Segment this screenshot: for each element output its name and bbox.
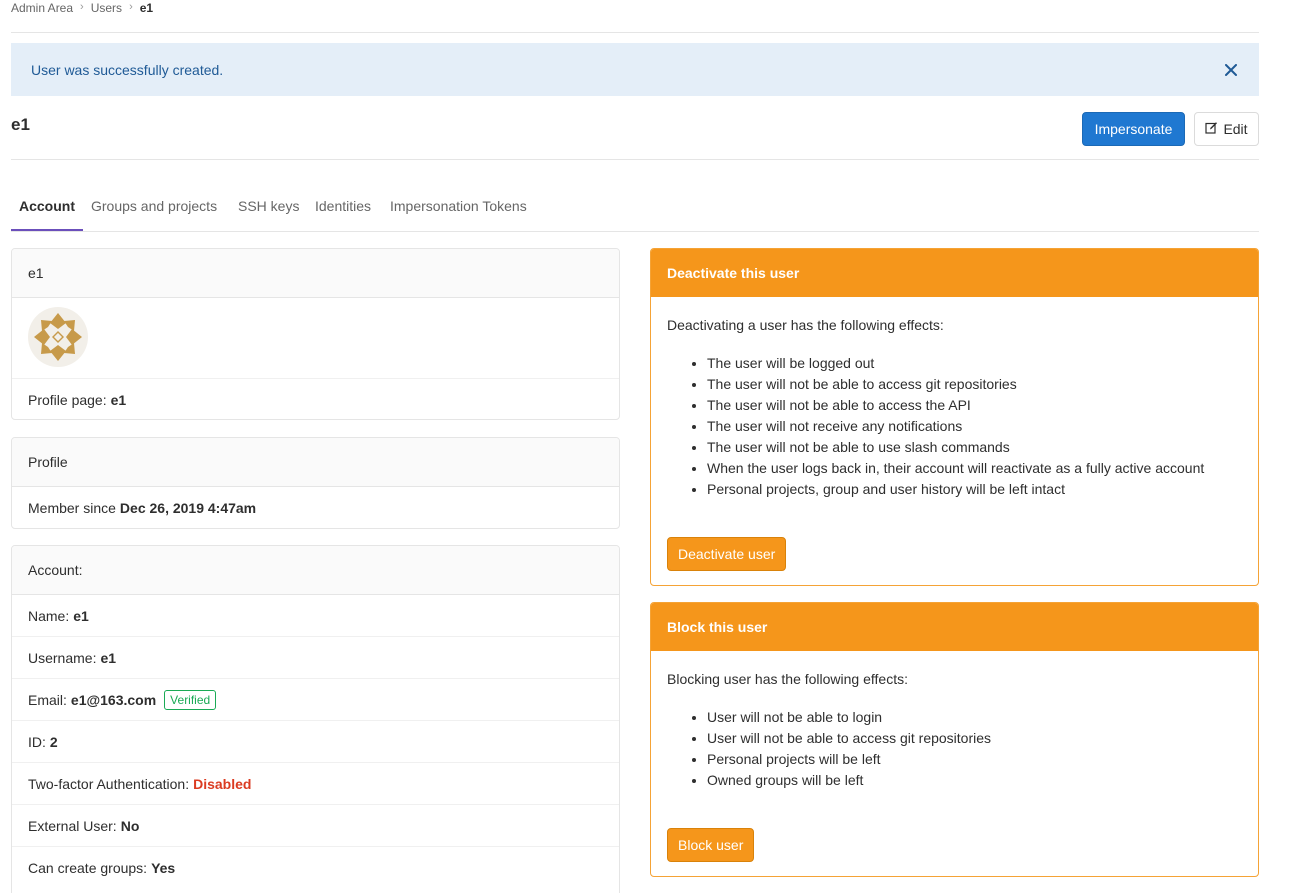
tab-groups-and-projects[interactable]: Groups and projects [91,198,217,214]
list-item: User will not be able to access git repo… [707,728,1242,749]
block-card-header: Block this user [651,603,1258,651]
block-user-button[interactable]: Block user [667,828,755,862]
block-effects-list: User will not be able to login User will… [667,707,1242,791]
name-value: e1 [73,607,89,624]
pencil-square-icon [1205,121,1218,137]
breadcrumb-users[interactable]: Users [91,1,122,15]
member-since-value: Dec 26, 2019 4:47am [119,500,257,516]
user-card-header: e1 [12,249,619,298]
name-label: Name: [28,607,70,624]
user-summary-card: e1 Profile page: e1 [11,248,620,420]
can-create-groups-label: Can create groups: [28,860,148,876]
verified-badge: Verified [164,689,217,710]
account-card-header: Account: [12,546,619,595]
breadcrumb-admin-area[interactable]: Admin Area [11,1,73,15]
profile-page-link[interactable]: e1 [111,392,127,408]
deactivate-user-card: Deactivate this user Deactivating a user… [650,248,1259,586]
list-item: The user will not be able to access the … [707,395,1242,416]
account-card: Account: Name: e1 Username: e1 Email: e1… [11,545,620,893]
active-tab-indicator [11,229,83,231]
chevron-right-icon: › [129,1,133,13]
account-id-row: ID: 2 [12,721,619,763]
list-item: The user will not receive any notificati… [707,416,1242,437]
id-label: ID: [28,733,46,750]
profile-card-header: Profile [12,438,619,487]
flash-notice: User was successfully created. [11,43,1259,96]
edit-button[interactable]: Edit [1194,112,1259,146]
profile-card: Profile Member since Dec 26, 2019 4:47am [11,437,620,529]
flash-message: User was successfully created. [31,61,224,78]
deactivate-user-button[interactable]: Deactivate user [667,537,787,571]
tab-identities[interactable]: Identities [315,198,371,214]
page-container: Admin Area › Users › e1 User was success… [11,0,1259,232]
avatar-row [12,298,619,379]
impersonate-button[interactable]: Impersonate [1082,112,1185,146]
account-name-row: Name: e1 [12,595,619,637]
username-label: Username: [28,649,97,666]
list-item: When the user logs back in, their accoun… [707,458,1242,479]
close-icon[interactable] [1223,62,1239,78]
block-intro: Blocking user has the following effects: [667,671,908,687]
breadcrumb: Admin Area › Users › e1 [11,0,1259,33]
edit-button-label: Edit [1223,121,1248,137]
block-user-card: Block this user Blocking user has the fo… [650,602,1259,877]
tab-impersonation-tokens[interactable]: Impersonation Tokens [390,198,527,214]
username-value: e1 [100,649,117,666]
list-item: Personal projects, group and user histor… [707,479,1242,500]
tab-ssh-keys[interactable]: SSH keys [238,198,299,214]
list-item: Owned groups will be left [707,770,1242,791]
twofa-label: Two-factor Authentication: [28,775,190,792]
deactivate-effects-list: The user will be logged out The user wil… [667,353,1242,500]
account-can-create-groups-row: Can create groups: Yes [12,847,619,889]
member-since-row: Member since Dec 26, 2019 4:47am [12,487,619,528]
list-item: The user will not be able to use slash c… [707,437,1242,458]
account-username-row: Username: e1 [12,637,619,679]
tab-account[interactable]: Account [19,198,75,214]
chevron-right-icon: › [80,1,84,13]
user-tabs: Account Groups and projects SSH keys Ide… [11,160,1259,232]
deactivate-card-header: Deactivate this user [651,249,1258,297]
account-external-row: External User: No [12,805,619,847]
account-2fa-row: Two-factor Authentication: Disabled [12,763,619,805]
list-item: The user will be logged out [707,353,1242,374]
list-item: Personal projects will be left [707,749,1242,770]
external-user-value: No [120,817,140,834]
can-create-groups-value: Yes [151,860,176,876]
external-user-label: External User: [28,817,117,834]
email-label: Email: [28,691,67,708]
id-value: 2 [49,733,58,750]
profile-page-label: Profile page: [28,391,107,408]
page-header: e1 Impersonate Edit [11,96,1259,160]
list-item: The user will not be able to access git … [707,374,1242,395]
breadcrumb-current: e1 [139,1,154,15]
profile-page-row: Profile page: e1 [12,379,619,419]
avatar [28,306,88,370]
member-since-label: Member since [28,500,116,516]
email-value[interactable]: e1@163.com [71,692,156,708]
twofa-status: Disabled [193,775,252,792]
page-title: e1 [11,115,30,134]
account-email-row: Email: e1@163.com Verified [12,679,619,721]
deactivate-intro: Deactivating a user has the following ef… [667,317,944,333]
list-item: User will not be able to login [707,707,1242,728]
